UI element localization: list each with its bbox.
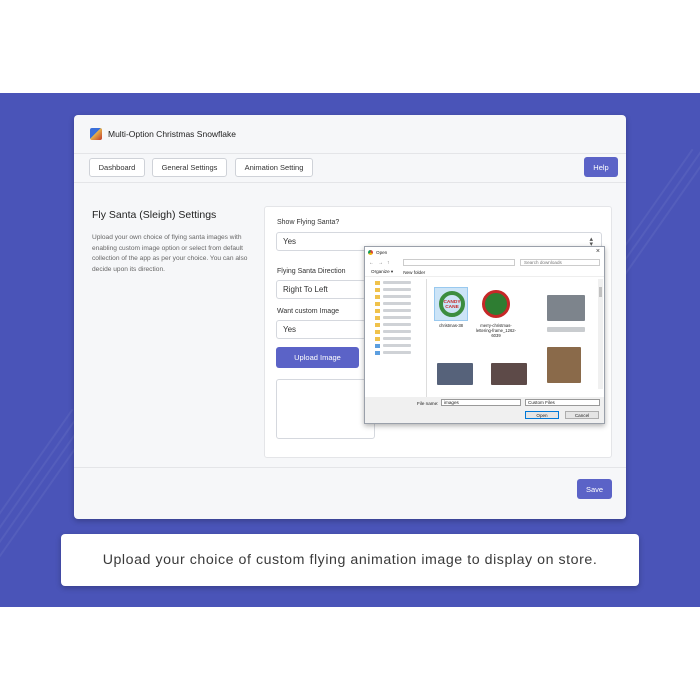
file-thumb-selected[interactable]: CANDY CANE xyxy=(434,287,468,321)
section-description: Upload your own choice of flying santa i… xyxy=(92,234,248,273)
tree-item[interactable] xyxy=(375,279,426,286)
direction-value: Right To Left xyxy=(283,285,328,294)
tab-general-settings[interactable]: General Settings xyxy=(152,158,227,177)
file-name-label: File name: xyxy=(417,401,439,406)
file-thumb[interactable] xyxy=(479,287,513,321)
dialog-toolbar: Organize ▾ New folder xyxy=(365,268,604,277)
dialog-title: Open xyxy=(376,250,388,255)
app-header: Multi-Option Christmas Snowflake xyxy=(74,115,626,153)
chrome-icon xyxy=(368,250,373,255)
dialog-titlebar: Open × xyxy=(365,247,604,258)
up-arrow-icon[interactable]: ↑ xyxy=(387,260,390,266)
tree-item[interactable] xyxy=(375,286,426,293)
back-arrow-icon[interactable]: ← xyxy=(369,260,374,266)
blurred-thumb[interactable] xyxy=(437,363,473,385)
caption-banner: Upload your choice of custom flying anim… xyxy=(61,534,639,586)
custom-image-select[interactable]: Yes xyxy=(276,320,366,339)
save-button[interactable]: Save xyxy=(577,479,612,499)
file-open-dialog: Open × ← → ↑ Search downloads Organize ▾… xyxy=(364,246,605,424)
footer-divider xyxy=(74,467,626,468)
tab-dashboard[interactable]: Dashboard xyxy=(89,158,145,177)
open-button[interactable]: Open xyxy=(525,411,559,419)
tree-item[interactable] xyxy=(375,300,426,307)
path-input[interactable] xyxy=(403,259,515,266)
file-name-input[interactable]: images xyxy=(441,399,521,406)
file-name-label: christmas-38 xyxy=(439,323,463,328)
file-name-label: merry-christmas-lettering-frame_1262-603… xyxy=(475,323,517,338)
dialog-bottom-bar: File name: images Custom Files Open Canc… xyxy=(365,397,604,423)
file-list: CANDY CANE christmas-38 merry-christmas-… xyxy=(431,279,599,397)
organize-menu[interactable]: Organize ▾ xyxy=(371,269,393,275)
app-logo-icon xyxy=(90,128,102,140)
tree-item[interactable] xyxy=(375,307,426,314)
direction-select[interactable]: Right To Left xyxy=(276,280,366,299)
show-flying-santa-value: Yes xyxy=(283,237,297,246)
blurred-thumb[interactable] xyxy=(547,295,585,321)
close-icon[interactable]: × xyxy=(596,248,600,255)
direction-label: Flying Santa Direction xyxy=(277,268,346,275)
show-flying-santa-label: Show Flying Santa? xyxy=(277,219,340,226)
tree-item[interactable] xyxy=(375,314,426,321)
blurred-thumb[interactable] xyxy=(491,363,527,385)
cancel-button[interactable]: Cancel xyxy=(565,411,599,419)
custom-image-label: Want custom Image xyxy=(277,308,339,315)
image-preview-box xyxy=(276,379,375,439)
candy-cane-text: CANDY CANE xyxy=(443,300,461,310)
help-button[interactable]: Help xyxy=(584,157,618,177)
app-title: Multi-Option Christmas Snowflake xyxy=(108,129,237,139)
search-input[interactable]: Search downloads xyxy=(520,259,600,266)
dialog-address-bar: ← → ↑ Search downloads xyxy=(365,258,604,268)
tree-item[interactable] xyxy=(375,293,426,300)
forward-arrow-icon[interactable]: → xyxy=(378,260,383,266)
section-title: Fly Santa (Sleigh) Settings xyxy=(92,209,217,221)
upload-image-button[interactable]: Upload Image xyxy=(276,347,359,368)
folder-tree xyxy=(369,279,427,399)
tree-item[interactable] xyxy=(375,328,426,335)
nav-bar: Dashboard General Settings Animation Set… xyxy=(74,153,626,183)
blurred-label xyxy=(547,327,585,332)
file-type-select[interactable]: Custom Files xyxy=(525,399,600,406)
tree-item[interactable] xyxy=(375,321,426,328)
tree-item[interactable] xyxy=(375,349,426,356)
custom-image-value: Yes xyxy=(283,325,297,334)
tree-item[interactable] xyxy=(375,342,426,349)
blurred-thumb[interactable] xyxy=(547,347,581,383)
tree-item[interactable] xyxy=(375,335,426,342)
dialog-scrollbar[interactable] xyxy=(598,279,603,389)
tab-animation-setting[interactable]: Animation Setting xyxy=(235,158,313,177)
new-folder-button[interactable]: New folder xyxy=(403,270,425,275)
